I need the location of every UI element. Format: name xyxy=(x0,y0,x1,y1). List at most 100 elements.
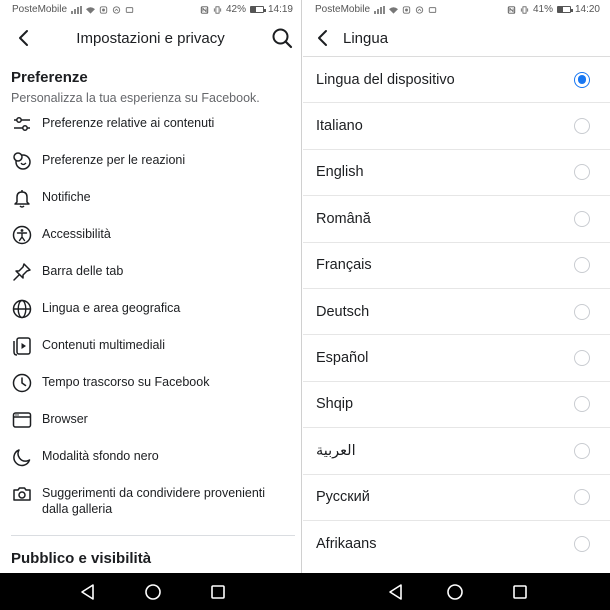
signal-icon xyxy=(374,5,386,14)
menu-item-label: Tempo trascorso su Facebook xyxy=(42,375,210,389)
notification-icon xyxy=(99,5,108,14)
language-option[interactable]: Shqip xyxy=(303,382,610,429)
globe-icon xyxy=(11,298,33,320)
preferences-list: Preferenze relative ai contenuti Prefere… xyxy=(0,107,301,529)
language-list: Lingua del dispositivo Italiano English Rom… xyxy=(303,57,610,567)
menu-item-reaction-preferences[interactable]: Preferenze per le reazioni xyxy=(0,144,301,181)
language-label: العربية xyxy=(316,442,356,459)
carrier-label: PosteMobile xyxy=(12,4,68,15)
app-bar: Lingua xyxy=(303,19,610,57)
back-nav-icon[interactable] xyxy=(78,582,98,602)
app-notification-icon xyxy=(428,6,437,13)
home-nav-icon[interactable] xyxy=(143,582,163,602)
vibrate-icon xyxy=(213,5,222,14)
reactions-icon xyxy=(11,150,33,172)
menu-item-label: Notifiche xyxy=(42,190,91,204)
nfc-icon xyxy=(200,5,209,14)
moon-icon xyxy=(11,446,33,468)
menu-item-media[interactable]: Contenuti multimediali xyxy=(0,329,301,366)
language-option[interactable]: Español xyxy=(303,335,610,382)
language-option[interactable]: Lingua del dispositivo xyxy=(303,57,610,104)
language-option[interactable]: العربية xyxy=(303,428,610,475)
browser-icon xyxy=(11,409,33,431)
menu-item-tab-bar[interactable]: Barra delle tab xyxy=(0,255,301,292)
radio-selected-icon[interactable] xyxy=(574,71,590,88)
status-bar: PosteMobile 41% 14:20 xyxy=(303,0,610,19)
home-nav-icon[interactable] xyxy=(445,582,465,602)
radio-unselected-icon[interactable] xyxy=(574,489,590,506)
back-button[interactable] xyxy=(313,28,333,48)
vibrate-icon xyxy=(520,5,529,14)
language-option[interactable]: Français xyxy=(303,243,610,289)
language-option[interactable]: Română xyxy=(303,196,610,243)
battery-icon xyxy=(249,6,266,13)
clock-icon xyxy=(11,372,33,394)
settings-screen: PosteMobile 42% 14:19 Impostazioni e pri… xyxy=(0,0,302,573)
wifi-icon xyxy=(86,6,96,14)
language-label: Русский xyxy=(316,489,370,506)
nfc-icon xyxy=(507,5,516,14)
carrier-label: PosteMobile xyxy=(315,4,371,15)
menu-item-label: Preferenze per le reazioni xyxy=(42,153,186,167)
menu-item-dark-mode[interactable]: Modalità sfondo nero xyxy=(0,440,301,477)
bell-icon xyxy=(11,187,33,209)
radio-unselected-icon[interactable] xyxy=(574,257,590,274)
radio-unselected-icon[interactable] xyxy=(574,396,590,413)
status-time: 14:20 xyxy=(574,4,600,15)
language-label: Română xyxy=(316,210,371,227)
section-title-visibility: Pubblico e visibilità xyxy=(11,550,152,567)
radio-unselected-icon[interactable] xyxy=(574,118,590,135)
section-title-preferences: Preferenze xyxy=(11,69,88,86)
recents-nav-icon[interactable] xyxy=(510,582,530,602)
language-screen: PosteMobile 41% 14:20 Lingua Lingua del … xyxy=(303,0,610,573)
status-bar: PosteMobile 42% 14:19 xyxy=(0,0,301,19)
menu-item-content-preferences[interactable]: Preferenze relative ai contenuti xyxy=(0,107,301,144)
menu-item-gallery-suggestions[interactable]: Suggerimenti da condividere provenienti … xyxy=(0,477,301,529)
language-option[interactable]: English xyxy=(303,150,610,197)
menu-item-label: Accessibilità xyxy=(42,227,111,241)
page-title: Impostazioni e privacy xyxy=(76,29,225,47)
menu-item-time-on-facebook[interactable]: Tempo trascorso su Facebook xyxy=(0,366,301,403)
back-arrow-icon xyxy=(19,30,28,46)
language-label: Italiano xyxy=(316,118,363,135)
language-option[interactable]: Deutsch xyxy=(303,289,610,336)
language-option[interactable]: Italiano xyxy=(303,103,610,150)
back-button[interactable] xyxy=(14,28,34,48)
notification-icon xyxy=(402,5,411,14)
menu-item-notifications[interactable]: Notifiche xyxy=(0,181,301,218)
menu-item-browser[interactable]: Browser xyxy=(0,403,301,440)
radio-unselected-icon[interactable] xyxy=(574,350,590,367)
language-label: English xyxy=(316,164,364,181)
language-label: Deutsch xyxy=(316,303,370,320)
radio-unselected-icon[interactable] xyxy=(574,442,590,459)
media-icon xyxy=(11,335,33,357)
back-nav-icon[interactable] xyxy=(386,582,406,602)
radio-unselected-icon[interactable] xyxy=(574,536,590,553)
menu-item-label: Barra delle tab xyxy=(42,264,124,278)
language-label: Afrikaans xyxy=(316,536,377,553)
language-label: Shqip xyxy=(316,396,354,413)
battery-percent: 41% xyxy=(532,4,553,15)
page-title: Lingua xyxy=(343,30,389,47)
messenger-icon xyxy=(112,5,121,14)
battery-icon xyxy=(556,6,573,13)
radio-unselected-icon[interactable] xyxy=(574,303,590,320)
accessibility-icon xyxy=(11,224,33,246)
pin-icon xyxy=(11,261,33,283)
menu-item-language-region[interactable]: Lingua e area geografica xyxy=(0,292,301,329)
messenger-icon xyxy=(415,5,424,14)
battery-percent: 42% xyxy=(225,4,246,15)
language-option[interactable]: Русский xyxy=(303,475,610,521)
language-option[interactable]: Afrikaans xyxy=(303,521,610,567)
search-button[interactable] xyxy=(271,27,293,49)
recents-nav-icon[interactable] xyxy=(208,582,228,602)
wifi-icon xyxy=(389,6,399,14)
radio-unselected-icon[interactable] xyxy=(574,164,590,181)
signal-icon xyxy=(71,5,83,14)
menu-item-accessibility[interactable]: Accessibilità xyxy=(0,218,301,255)
menu-item-label: Browser xyxy=(42,412,88,426)
menu-item-label: Modalità sfondo nero xyxy=(42,449,159,463)
language-label: Lingua del dispositivo xyxy=(316,71,455,88)
radio-unselected-icon[interactable] xyxy=(574,210,590,227)
app-bar: Impostazioni e privacy xyxy=(0,19,301,57)
